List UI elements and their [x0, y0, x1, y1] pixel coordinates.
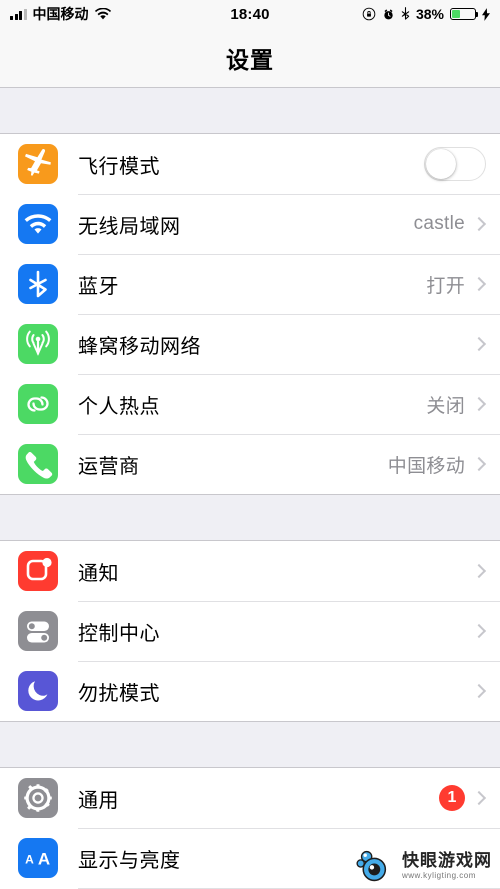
settings-row-do-not-disturb[interactable]: 勿扰模式 [0, 661, 500, 721]
status-badge: 1 [439, 785, 465, 811]
settings-group-notifications: 通知 控制中心 勿扰模式 [0, 540, 500, 722]
settings-row-notifications[interactable]: 通知 [0, 541, 500, 601]
settings-row-label: 勿扰模式 [78, 682, 160, 705]
row-accessory [465, 563, 487, 579]
settings-row-control-center[interactable]: 控制中心 [0, 601, 500, 661]
settings-row-label: 个人热点 [78, 395, 160, 418]
settings-row-label: 蜂窝移动网络 [78, 335, 201, 358]
settings-row-label: 通用 [78, 789, 119, 812]
hotspot-state-value: 关闭 [426, 395, 465, 417]
page-title: 设置 [226, 46, 274, 73]
settings-row-display-brightness[interactable]: A A 显示与亮度 [0, 828, 500, 888]
chevron-right-icon [471, 456, 487, 472]
chevron-right-icon [471, 790, 487, 806]
alarm-clock-icon [382, 8, 395, 21]
settings-row-label: 无线局域网 [78, 215, 181, 238]
settings-group-connectivity: 飞行模式 无线局域网 castle 蓝牙 打开 蜂窝移动网络 个人热点 关闭 运… [0, 133, 500, 495]
row-accessory: 1 [439, 785, 487, 811]
chevron-right-icon [471, 216, 487, 232]
control-center-icon [18, 611, 58, 651]
settings-row-label: 控制中心 [78, 622, 160, 645]
chevron-right-icon [471, 850, 487, 866]
settings-group-general: 通用 1 A A 显示与亮度 [0, 767, 500, 889]
settings-row-label: 运营商 [78, 455, 140, 478]
status-bar: 中国移动 18:40 38% [0, 0, 500, 28]
carrier-value: 中国移动 [387, 455, 465, 477]
row-accessory: 中国移动 [387, 451, 487, 478]
row-accessory: castle [413, 213, 487, 235]
lightning-bolt-icon [482, 7, 490, 21]
hotspot-link-icon [18, 384, 58, 424]
gear-icon [18, 778, 58, 818]
settings-row-cellular[interactable]: 蜂窝移动网络 [0, 314, 500, 374]
navigation-bar: 设置 [0, 28, 500, 88]
chevron-right-icon [471, 563, 487, 579]
row-accessory: 关闭 [426, 391, 487, 418]
bluetooth-icon [401, 7, 410, 21]
settings-list[interactable]: 飞行模式 无线局域网 castle 蓝牙 打开 蜂窝移动网络 个人热点 关闭 运… [0, 88, 500, 889]
wifi-icon [18, 204, 58, 244]
row-accessory [465, 623, 487, 639]
cellular-antenna-icon [18, 324, 58, 364]
settings-row-label: 蓝牙 [78, 275, 119, 298]
row-accessory [424, 147, 486, 181]
settings-row-bluetooth[interactable]: 蓝牙 打开 [0, 254, 500, 314]
chevron-right-icon [471, 396, 487, 412]
battery-percent: 38% [415, 6, 444, 22]
row-accessory: 打开 [426, 271, 487, 298]
battery-icon [450, 8, 479, 20]
wifi-icon [94, 8, 111, 20]
settings-row-carrier[interactable]: 运营商 中国移动 [0, 434, 500, 494]
settings-row-label: 通知 [78, 562, 119, 585]
rotation-lock-icon [362, 7, 376, 21]
airplane-icon [18, 144, 58, 184]
chevron-right-icon [471, 683, 487, 699]
chevron-right-icon [471, 623, 487, 639]
settings-row-label: 飞行模式 [78, 155, 160, 178]
status-bar-right: 38% [362, 6, 490, 22]
signal-bars-icon [10, 8, 27, 20]
airplane-mode-toggle[interactable] [424, 147, 486, 181]
bluetooth-state-value: 打开 [426, 275, 465, 297]
moon-icon [18, 671, 58, 711]
settings-row-airplane-mode[interactable]: 飞行模式 [0, 134, 500, 194]
carrier-name: 中国移动 [32, 6, 89, 22]
bluetooth-icon [18, 264, 58, 304]
phone-icon [18, 444, 58, 484]
section-gap-top [0, 88, 500, 133]
svg-text:A: A [38, 850, 50, 869]
settings-row-label: 显示与亮度 [78, 849, 181, 872]
display-brightness-icon: A A [18, 838, 58, 878]
wifi-network-value: castle [413, 213, 465, 234]
row-accessory [465, 850, 487, 866]
settings-row-personal-hotspot[interactable]: 个人热点 关闭 [0, 374, 500, 434]
settings-row-wifi[interactable]: 无线局域网 castle [0, 194, 500, 254]
settings-row-general[interactable]: 通用 1 [0, 768, 500, 828]
section-gap-1 [0, 495, 500, 540]
chevron-right-icon [471, 276, 487, 292]
row-accessory [465, 683, 487, 699]
section-gap-2 [0, 722, 500, 767]
svg-text:A: A [25, 853, 34, 867]
notification-icon [18, 551, 58, 591]
status-bar-left: 中国移动 [10, 4, 111, 24]
row-accessory [465, 336, 487, 352]
chevron-right-icon [471, 336, 487, 352]
